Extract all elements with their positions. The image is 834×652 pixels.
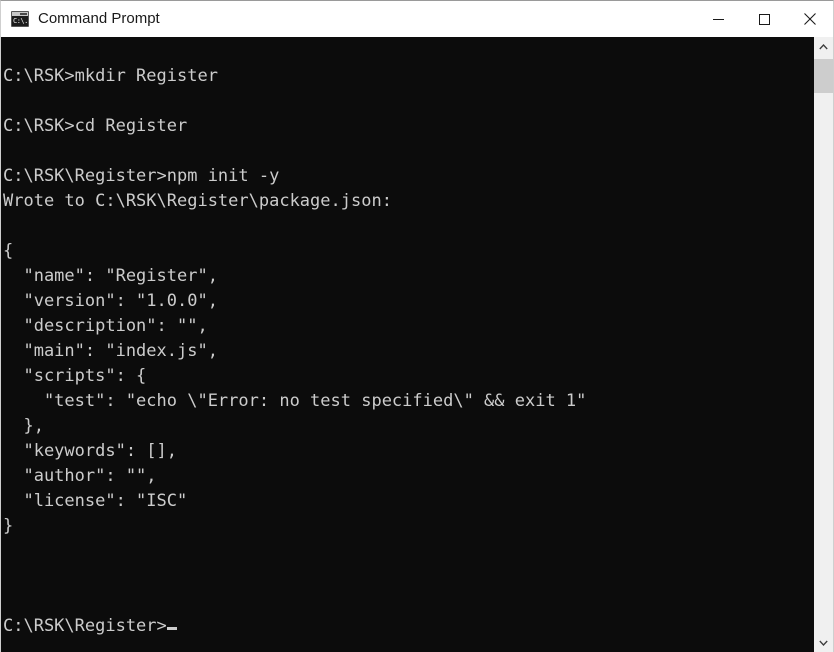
console-line: "description": "", <box>3 316 208 336</box>
scrollbar-track[interactable] <box>814 57 833 633</box>
chevron-up-icon <box>819 44 828 50</box>
command-prompt-icon[interactable]: C:\. <box>11 11 29 27</box>
close-icon <box>804 13 816 25</box>
console-line: "version": "1.0.0", <box>3 291 218 311</box>
console-line: C:\RSK\Register>npm init -y <box>3 166 280 186</box>
app-icon-label: C:\. <box>13 17 28 25</box>
text-cursor <box>166 627 177 630</box>
scroll-down-button[interactable] <box>814 633 833 652</box>
command-prompt-window: C:\. Command Prompt C:\RSK>mkdir Registe… <box>0 0 834 652</box>
chevron-down-icon <box>819 640 828 646</box>
console-prompt: C:\RSK\Register> <box>3 616 167 636</box>
console-line: "test": "echo \"Error: no test specified… <box>3 391 587 411</box>
console-line: "keywords": [], <box>3 441 177 461</box>
window-title: Command Prompt <box>38 10 160 27</box>
console-line: "name": "Register", <box>3 266 218 286</box>
console-line: Wrote to C:\RSK\Register\package.json: <box>3 191 392 211</box>
close-button[interactable] <box>787 1 833 37</box>
console-line: C:\RSK>cd Register <box>3 116 188 136</box>
console-line: "license": "ISC" <box>3 491 188 511</box>
window-controls <box>695 1 833 37</box>
console-line: "author": "", <box>3 466 157 486</box>
console-line: C:\RSK\Register> <box>3 614 813 639</box>
app-icon-dots <box>20 13 27 15</box>
maximize-icon <box>758 13 770 25</box>
console-line: } <box>3 516 14 536</box>
console-line: "scripts": { <box>3 366 147 386</box>
console-line: { <box>3 241 14 261</box>
console-line: }, <box>3 416 44 436</box>
console-client-area[interactable]: C:\RSK>mkdir Register C:\RSK>cd Register… <box>1 37 833 652</box>
scrollbar-thumb[interactable] <box>814 59 833 93</box>
scroll-up-button[interactable] <box>814 37 833 57</box>
title-bar[interactable]: C:\. Command Prompt <box>1 1 833 37</box>
console-output[interactable]: C:\RSK>mkdir Register C:\RSK>cd Register… <box>1 37 813 652</box>
minimize-icon <box>712 18 724 20</box>
minimize-button[interactable] <box>695 1 741 37</box>
console-line: "main": "index.js", <box>3 341 218 361</box>
console-line: C:\RSK>mkdir Register <box>3 66 218 86</box>
vertical-scrollbar[interactable] <box>813 37 833 652</box>
maximize-button[interactable] <box>741 1 787 37</box>
